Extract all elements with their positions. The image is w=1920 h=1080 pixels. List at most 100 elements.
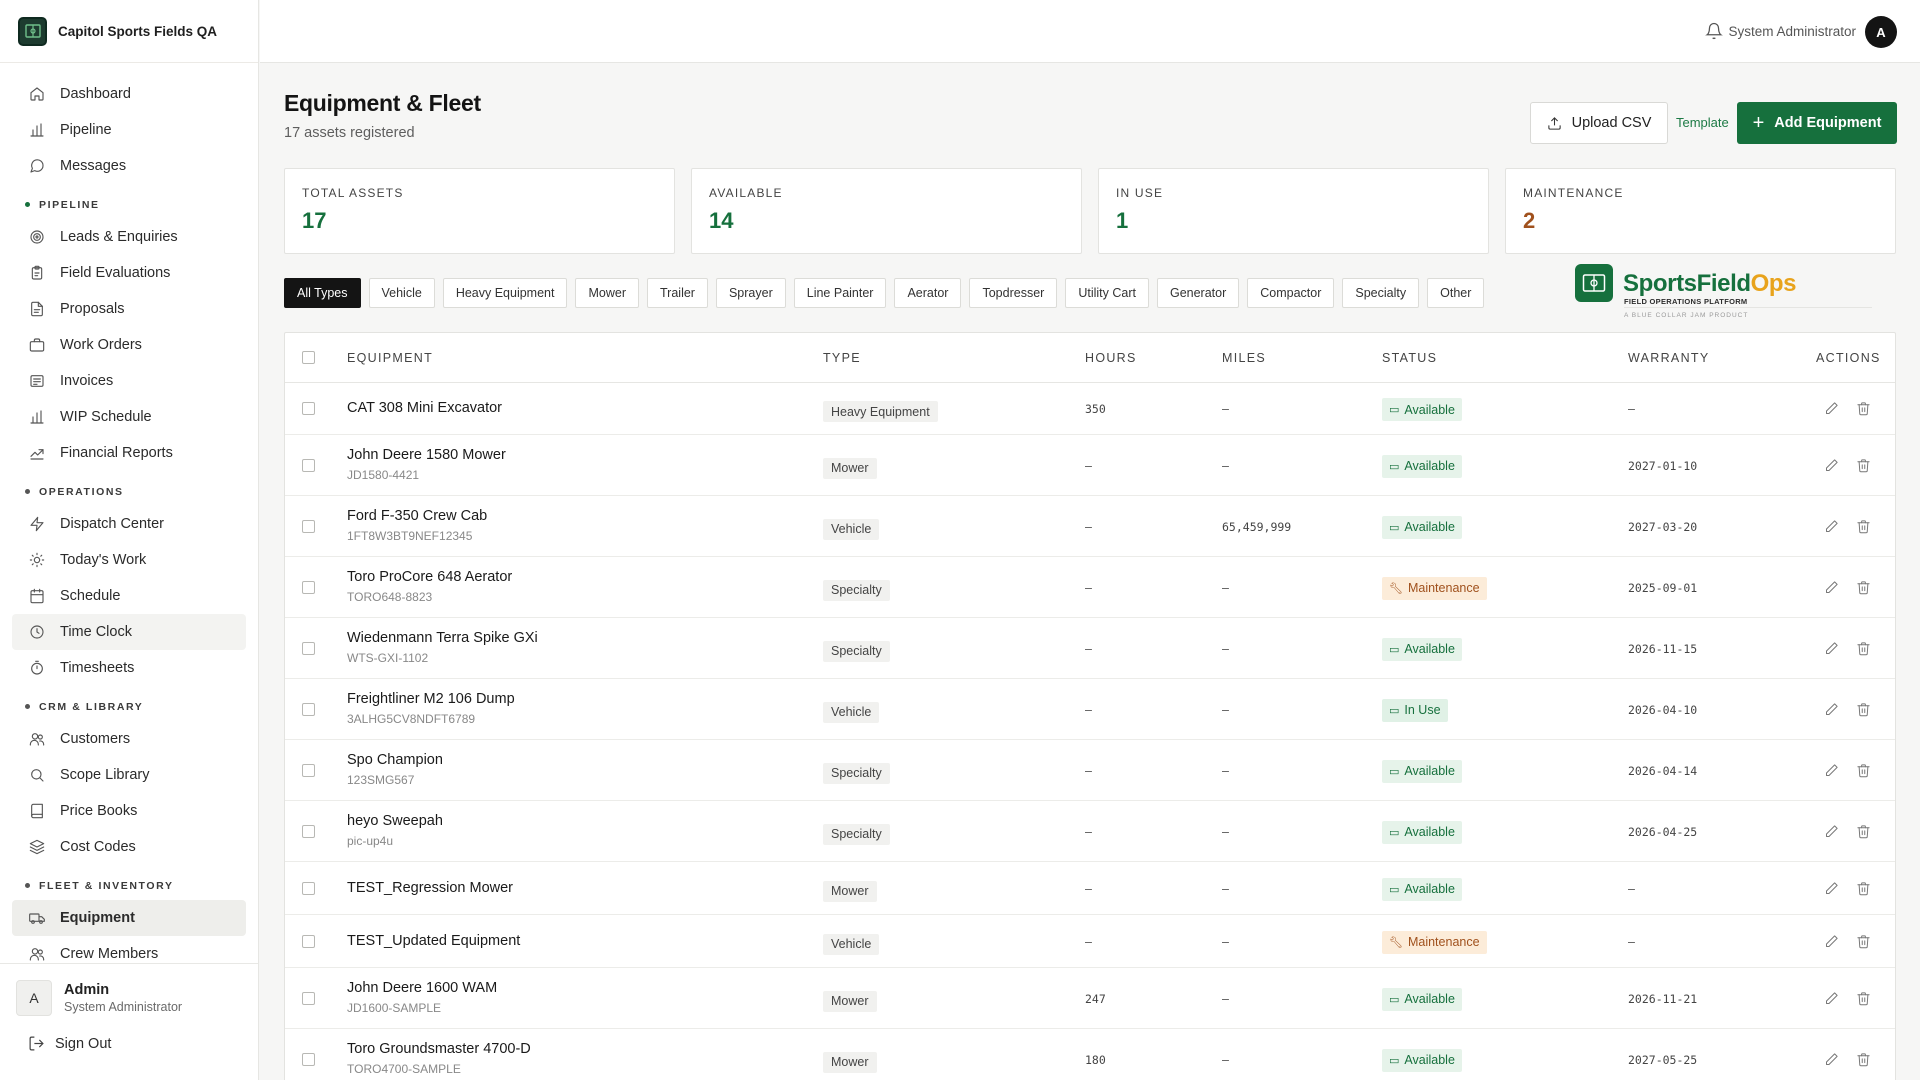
upload-csv-button[interactable]: Upload CSV xyxy=(1530,102,1668,144)
edit-icon[interactable] xyxy=(1824,763,1840,779)
filter-chip-topdresser[interactable]: Topdresser xyxy=(969,278,1058,308)
delete-icon[interactable] xyxy=(1856,641,1872,657)
equipment-name[interactable]: John Deere 1580 Mower xyxy=(347,447,506,463)
edit-icon[interactable] xyxy=(1824,401,1840,417)
header-hours[interactable]: HOURS xyxy=(1085,351,1137,365)
sidebar-item-price-books[interactable]: Price Books xyxy=(12,793,246,829)
delete-icon[interactable] xyxy=(1856,458,1872,474)
sidebar-item-customers[interactable]: Customers xyxy=(12,721,246,757)
delete-icon[interactable] xyxy=(1856,401,1872,417)
sidebar-item-crew-members[interactable]: Crew Members xyxy=(12,936,246,962)
row-checkbox[interactable] xyxy=(302,641,315,655)
edit-icon[interactable] xyxy=(1824,991,1840,1007)
sidebar-item-proposals[interactable]: Proposals xyxy=(12,291,246,327)
sidebar-item-schedule[interactable]: Schedule xyxy=(12,578,246,614)
filter-chip-aerator[interactable]: Aerator xyxy=(894,278,962,308)
edit-icon[interactable] xyxy=(1824,702,1840,718)
filter-chip-specialty[interactable]: Specialty xyxy=(1342,278,1420,308)
sidebar-item-financial-reports[interactable]: Financial Reports xyxy=(12,435,246,471)
equipment-name[interactable]: Spo Champion xyxy=(347,752,443,768)
table-row[interactable]: John Deere 1600 WAM JD1600-SAMPLE Mower 247… xyxy=(285,968,1895,1029)
row-checkbox[interactable] xyxy=(302,991,315,1005)
select-all-checkbox[interactable] xyxy=(302,351,315,364)
edit-icon[interactable] xyxy=(1824,824,1840,840)
row-checkbox[interactable] xyxy=(302,580,315,594)
sign-out-button[interactable]: Sign Out xyxy=(0,1016,258,1052)
edit-icon[interactable] xyxy=(1824,1052,1840,1068)
delete-icon[interactable] xyxy=(1856,1052,1872,1068)
brand[interactable]: Capitol Sports Fields QA xyxy=(0,0,258,63)
table-row[interactable]: Toro Groundsmaster 4700-D TORO4700-SAMPLE… xyxy=(285,1029,1895,1080)
filter-chip-generator[interactable]: Generator xyxy=(1156,278,1240,308)
header-status[interactable]: STATUS xyxy=(1382,351,1437,365)
delete-icon[interactable] xyxy=(1856,991,1872,1007)
table-row[interactable]: CAT 308 Mini Excavator Heavy Equipment 350… xyxy=(285,383,1895,435)
delete-icon[interactable] xyxy=(1856,934,1872,950)
equipment-name[interactable]: John Deere 1600 WAM xyxy=(347,980,497,996)
sidebar-item-work-orders[interactable]: Work Orders xyxy=(12,327,246,363)
filter-chip-mower[interactable]: Mower xyxy=(575,278,639,308)
table-row[interactable]: Toro ProCore 648 Aerator TORO648-8823 Spec… xyxy=(285,557,1895,618)
equipment-name[interactable]: Toro ProCore 648 Aerator xyxy=(347,569,512,585)
sidebar-item-dashboard[interactable]: Dashboard xyxy=(12,76,246,112)
filter-chip-other[interactable]: Other xyxy=(1427,278,1485,308)
sidebar-item-messages[interactable]: Messages xyxy=(12,148,246,184)
row-checkbox[interactable] xyxy=(302,1052,315,1066)
edit-icon[interactable] xyxy=(1824,934,1840,950)
edit-icon[interactable] xyxy=(1824,458,1840,474)
equipment-name[interactable]: Toro Groundsmaster 4700-D xyxy=(347,1041,531,1057)
table-row[interactable]: TEST_Updated Equipment Vehicle – – 🔧︎ Mainten… xyxy=(285,915,1895,968)
filter-chip-compactor[interactable]: Compactor xyxy=(1247,278,1335,308)
filter-chip-vehicle[interactable]: Vehicle xyxy=(368,278,435,308)
header-equipment[interactable]: EQUIPMENT xyxy=(347,351,433,365)
equipment-name[interactable]: TEST_Updated Equipment xyxy=(347,933,520,949)
row-checkbox[interactable] xyxy=(302,881,315,895)
delete-icon[interactable] xyxy=(1856,519,1872,535)
delete-icon[interactable] xyxy=(1856,824,1872,840)
table-row[interactable]: John Deere 1580 Mower JD1580-4421 Mower – – ▭… xyxy=(285,435,1895,496)
filter-chip-line-painter[interactable]: Line Painter xyxy=(793,278,887,308)
equipment-name[interactable]: heyo Sweepah xyxy=(347,813,443,829)
sidebar-item-invoices[interactable]: Invoices xyxy=(12,363,246,399)
sidebar-item-equipment[interactable]: Equipment xyxy=(12,900,246,936)
equipment-name[interactable]: Freightliner M2 106 Dump xyxy=(347,691,515,707)
sidebar-item-time-clock[interactable]: Time Clock xyxy=(12,614,246,650)
sidebar-item-leads-enquiries[interactable]: Leads & Enquiries xyxy=(12,219,246,255)
filter-chip-all-types[interactable]: All Types xyxy=(284,278,361,308)
table-row[interactable]: Wiedenmann Terra Spike GXi WTS-GXI-1102 Sp… xyxy=(285,618,1895,679)
delete-icon[interactable] xyxy=(1856,702,1872,718)
delete-icon[interactable] xyxy=(1856,881,1872,897)
template-link[interactable]: Template xyxy=(1676,115,1729,130)
edit-icon[interactable] xyxy=(1824,881,1840,897)
add-equipment-button[interactable]: + Add Equipment xyxy=(1737,102,1897,144)
sidebar-item-scope-library[interactable]: Scope Library xyxy=(12,757,246,793)
row-checkbox[interactable] xyxy=(302,824,315,838)
edit-icon[interactable] xyxy=(1824,641,1840,657)
table-row[interactable]: Freightliner M2 106 Dump 3ALHG5CV8NDFT678… xyxy=(285,679,1895,740)
equipment-name[interactable]: TEST_Regression Mower xyxy=(347,880,513,896)
sidebar-item-pipeline[interactable]: Pipeline xyxy=(12,112,246,148)
equipment-name[interactable]: Wiedenmann Terra Spike GXi xyxy=(347,630,538,646)
filter-chip-heavy-equipment[interactable]: Heavy Equipment xyxy=(442,278,568,308)
header-warranty[interactable]: WARRANTY xyxy=(1628,351,1709,365)
notifications-bell-icon[interactable] xyxy=(1705,22,1723,40)
row-checkbox[interactable] xyxy=(302,702,315,716)
header-type[interactable]: TYPE xyxy=(823,351,861,365)
sidebar-item-today-s-work[interactable]: Today's Work xyxy=(12,542,246,578)
equipment-name[interactable]: CAT 308 Mini Excavator xyxy=(347,400,502,416)
delete-icon[interactable] xyxy=(1856,763,1872,779)
header-miles[interactable]: MILES xyxy=(1222,351,1266,365)
sidebar-item-wip-schedule[interactable]: WIP Schedule xyxy=(12,399,246,435)
table-row[interactable]: Spo Champion 123SMG567 Specialty – – ▭ Availab… xyxy=(285,740,1895,801)
table-row[interactable]: Ford F-350 Crew Cab 1FT8W3BT9NEF12345 Vehi… xyxy=(285,496,1895,557)
sidebar-item-field-evaluations[interactable]: Field Evaluations xyxy=(12,255,246,291)
sidebar-item-dispatch-center[interactable]: Dispatch Center xyxy=(12,506,246,542)
table-row[interactable]: TEST_Regression Mower Mower – – ▭ Available – xyxy=(285,862,1895,915)
sidebar-item-timesheets[interactable]: Timesheets xyxy=(12,650,246,686)
filter-chip-sprayer[interactable]: Sprayer xyxy=(715,278,786,308)
filter-chip-utility-cart[interactable]: Utility Cart xyxy=(1065,278,1149,308)
row-checkbox[interactable] xyxy=(302,458,315,472)
row-checkbox[interactable] xyxy=(302,934,315,948)
edit-icon[interactable] xyxy=(1824,580,1840,596)
top-avatar[interactable]: A xyxy=(1865,16,1897,48)
